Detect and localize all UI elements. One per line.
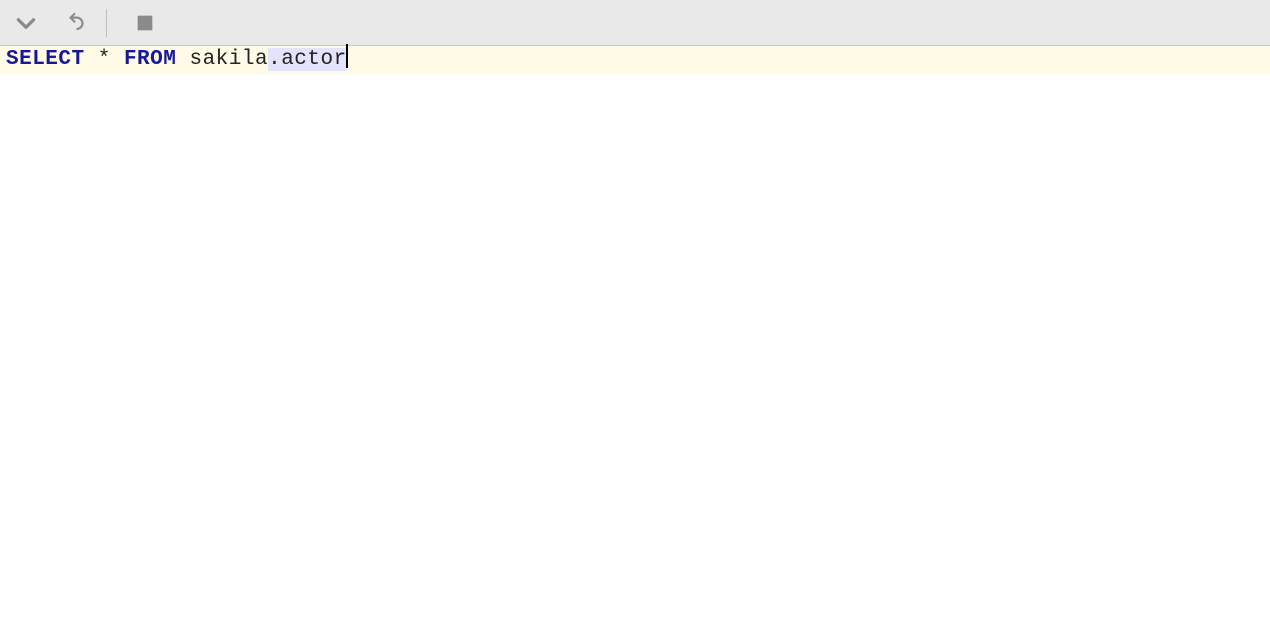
sql-keyword-select: SELECT (6, 48, 85, 71)
sql-table: actor (281, 48, 347, 71)
stop-icon (134, 12, 156, 34)
editor-active-line[interactable]: SELECT * FROM sakila.actor (0, 46, 1270, 74)
undo-icon (63, 10, 89, 36)
sql-keyword-from: FROM (124, 48, 176, 71)
chevron-down-icon (13, 10, 39, 36)
sql-star: * (85, 48, 124, 71)
sql-schema: sakila (189, 48, 268, 71)
undo-button[interactable] (60, 7, 92, 39)
sql-space (176, 48, 189, 71)
toolbar-divider (106, 9, 107, 37)
sql-editor[interactable]: SELECT * FROM sakila.actor (0, 46, 1270, 632)
sql-dot: . (268, 48, 281, 71)
editor-toolbar (0, 0, 1270, 46)
stop-button[interactable] (129, 7, 161, 39)
dropdown-button[interactable] (10, 7, 42, 39)
text-cursor (346, 44, 348, 68)
